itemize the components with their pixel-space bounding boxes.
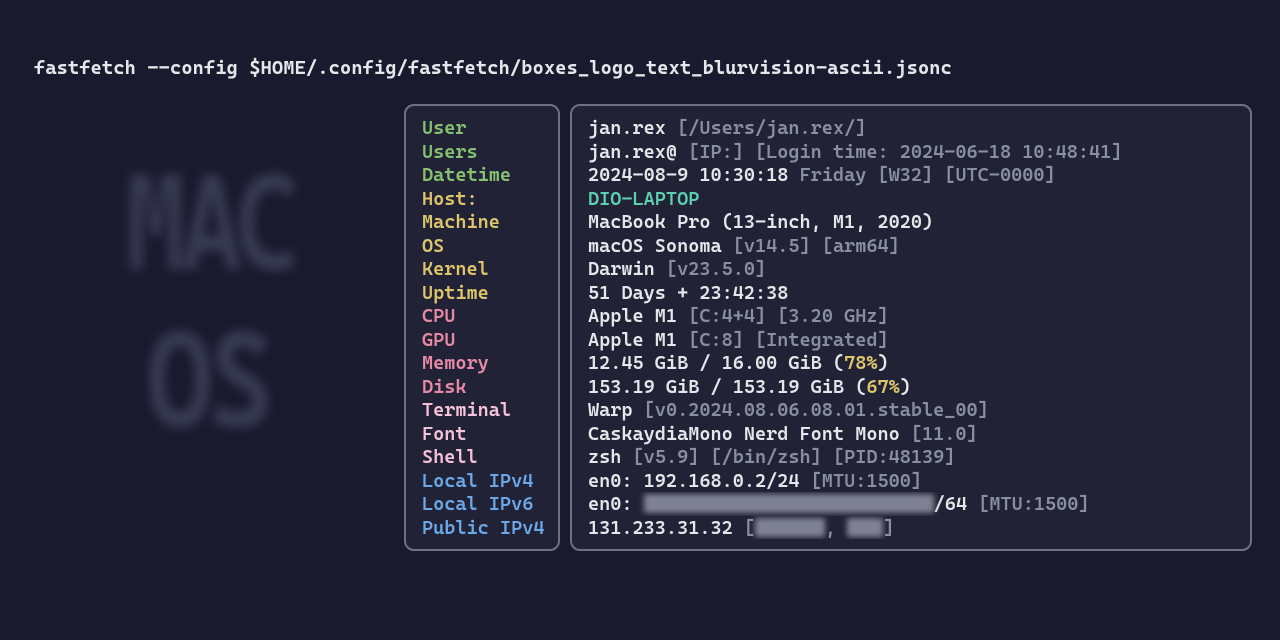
val-uptime: 51 Days + 23:42:38 <box>588 281 1236 305</box>
redacted-loc1: x <box>755 518 825 537</box>
val-machine: MacBook Pro (13-inch, M1, 2020) <box>588 210 1236 234</box>
redacted-ipv6: x <box>644 494 934 513</box>
val-disk: 153.19 GiB / 153.19 GiB (67%) <box>588 375 1236 399</box>
key-cpu: CPU <box>422 304 544 328</box>
key-disk: Disk <box>422 375 544 399</box>
val-kernel: Darwin [v23.5.0] <box>588 257 1236 281</box>
key-font: Font <box>422 422 544 446</box>
val-shell: zsh [v5.9] [/bin/zsh] [PID:48139] <box>588 445 1236 469</box>
val-terminal: Warp [v0.2024.08.06.08.01.stable_00] <box>588 398 1236 422</box>
val-gpu: Apple M1 [C:8] [Integrated] <box>588 328 1236 352</box>
key-shell: Shell <box>422 445 544 469</box>
key-local-ipv6: Local IPv6 <box>422 492 544 516</box>
main-layout: MAC OS User Users Datetime Host: Machine… <box>28 104 1252 551</box>
redacted-loc2: x <box>847 518 883 537</box>
key-uptime: Uptime <box>422 281 544 305</box>
key-os: OS <box>422 234 544 258</box>
key-user: User <box>422 116 544 140</box>
val-local-ipv6: en0: x/64 [MTU:1500] <box>588 492 1236 516</box>
key-kernel: Kernel <box>422 257 544 281</box>
val-user: jan.rex [/Users/jan.rex/] <box>588 116 1236 140</box>
key-host: Host: <box>422 187 544 211</box>
key-datetime: Datetime <box>422 163 544 187</box>
command-line: fastfetch --config $HOME/.config/fastfet… <box>34 56 1252 80</box>
val-cpu: Apple M1 [C:4+4] [3.20 GHz] <box>588 304 1236 328</box>
values-panel: jan.rex [/Users/jan.rex/] jan.rex@ [IP:]… <box>570 104 1252 551</box>
val-host: DIO-LAPTOP <box>588 187 1236 211</box>
logo-line-2: OS <box>146 293 270 466</box>
key-terminal: Terminal <box>422 398 544 422</box>
ascii-logo: MAC OS <box>28 104 388 524</box>
key-public-ipv4: Public IPv4 <box>422 516 544 540</box>
val-font: CaskaydiaMono Nerd Font Mono [11.0] <box>588 422 1236 446</box>
val-datetime: 2024-08-9 10:30:18 Friday [W32] [UTC-000… <box>588 163 1236 187</box>
logo-line-1: MAC <box>124 136 292 309</box>
keys-panel: User Users Datetime Host: Machine OS Ker… <box>404 104 560 551</box>
val-memory: 12.45 GiB / 16.00 GiB (78%) <box>588 351 1236 375</box>
val-os: macOS Sonoma [v14.5] [arm64] <box>588 234 1236 258</box>
key-gpu: GPU <box>422 328 544 352</box>
key-local-ipv4: Local IPv4 <box>422 469 544 493</box>
val-public-ipv4: 131.233.31.32 [x, x] <box>588 516 1236 540</box>
key-users: Users <box>422 140 544 164</box>
val-local-ipv4: en0: 192.168.0.2/24 [MTU:1500] <box>588 469 1236 493</box>
val-users: jan.rex@ [IP:] [Login time: 2024-06-18 1… <box>588 140 1236 164</box>
key-memory: Memory <box>422 351 544 375</box>
key-machine: Machine <box>422 210 544 234</box>
